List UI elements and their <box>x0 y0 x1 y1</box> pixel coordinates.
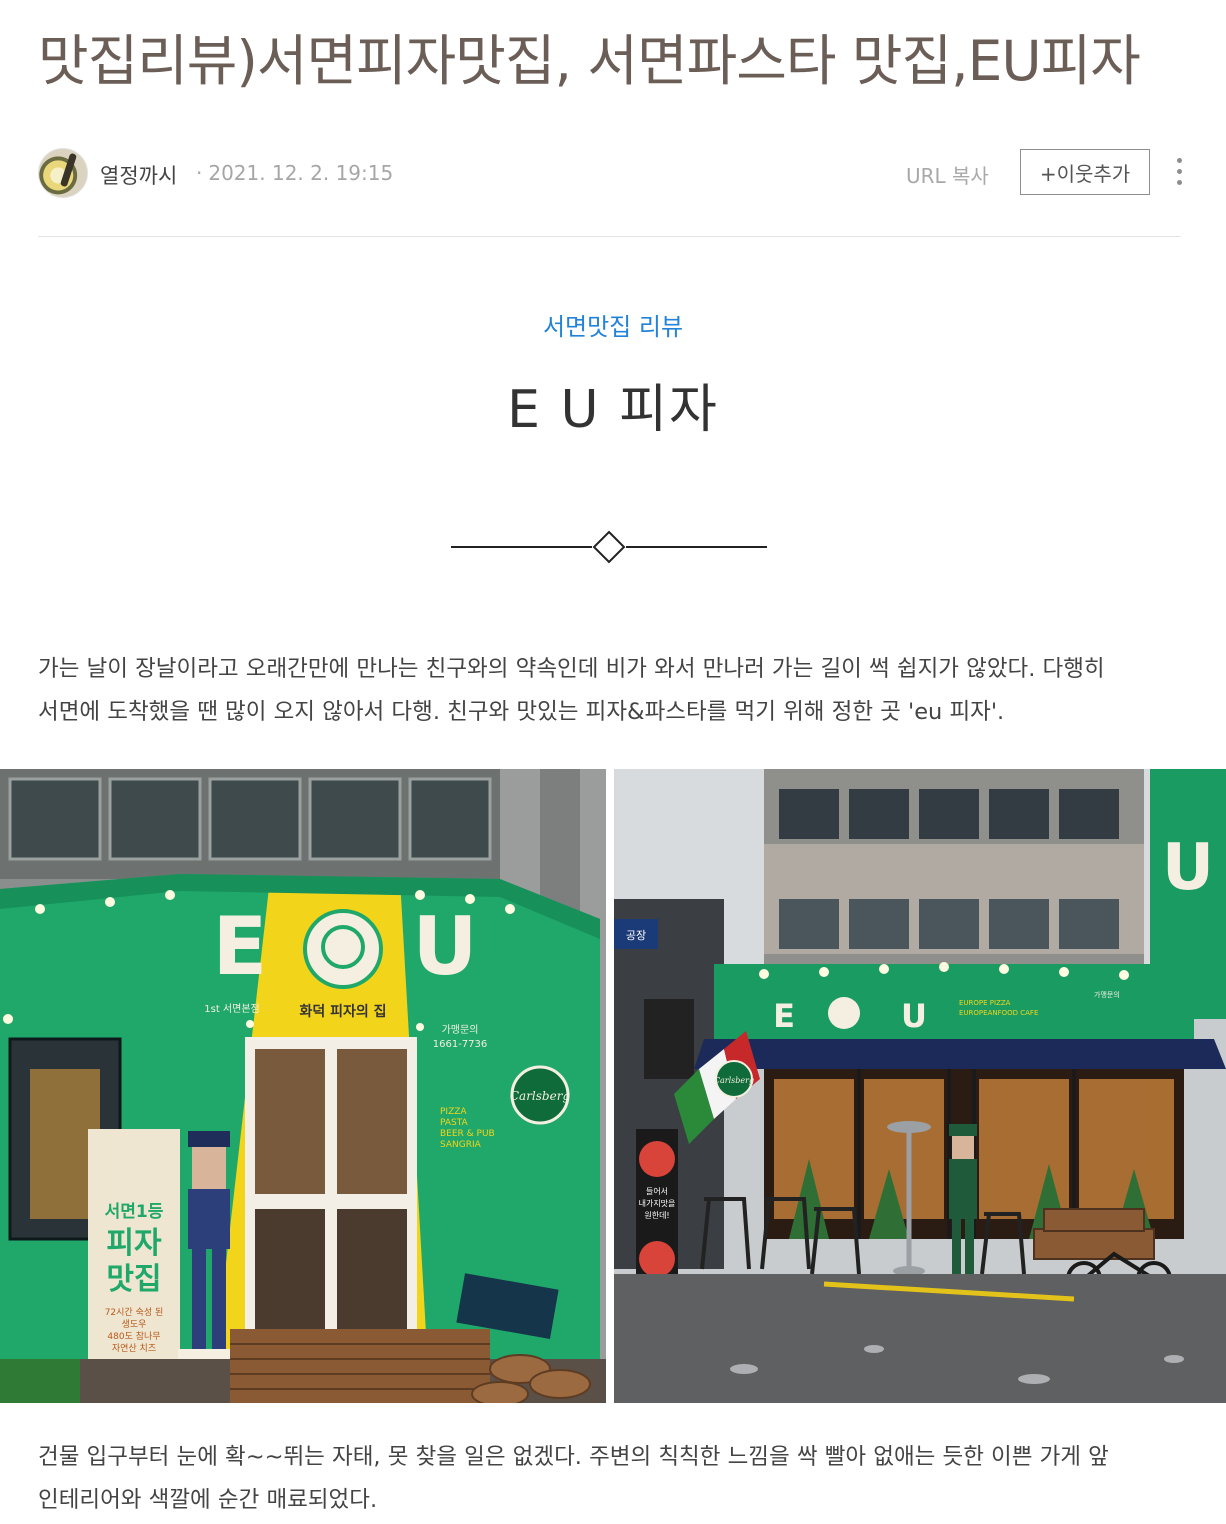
banner-line: 자연산 치즈 <box>112 1342 156 1354</box>
paragraph-line: 건물 입구부터 눈에 확~~뛰는 자태, 못 찾을 일은 없겠다. 주변의 칙칙… <box>38 1444 1109 1470</box>
banner-line: 내가지맛을 <box>639 1198 676 1208</box>
paragraph-line: 서면에 도착했을 땐 많이 오지 않아서 다행. 친구와 맛있는 피자&파스타를… <box>38 699 1005 725</box>
more-vertical-icon[interactable] <box>1172 158 1186 188</box>
banner-line: 원한데! <box>644 1211 669 1220</box>
category-label[interactable]: 서면맛집 리뷰 <box>0 307 1226 342</box>
carlsberg-sign: Carlsberg <box>714 1076 754 1085</box>
menu-item: BEER & PUB <box>440 1129 495 1139</box>
avatar[interactable] <box>38 148 88 198</box>
date-text: 2021. 12. 2. 19:15 <box>208 161 394 185</box>
sign-letter-e: E <box>773 997 795 1035</box>
menu-item: PASTA <box>440 1118 469 1128</box>
banner-text: 맛집 <box>106 1262 161 1297</box>
branch-label: 1st 서면본점 <box>204 1003 259 1015</box>
sign-letter-u: U <box>413 900 478 993</box>
banner-line: 들어서 <box>646 1186 668 1196</box>
carlsberg-sign: Carlsberg <box>510 1089 571 1103</box>
header-divider <box>38 236 1181 237</box>
banner-text: 서면1등 <box>105 1202 164 1222</box>
franchise-label: 가맹문의 <box>442 1024 479 1036</box>
paragraph-line: 인테리어와 색깔에 순간 매료되었다. <box>38 1487 378 1513</box>
paragraph-line: 가는 날이 장날이라고 오래간만에 만나는 친구와의 약속인데 비가 와서 만나… <box>38 656 1105 682</box>
post-meta: 열정까시 · 2021. 12. 2. 19:15 URL 복사 +이웃추가 <box>38 148 1188 198</box>
storefront-photo-2[interactable]: 공장 U E U EUROPE PIZZA EUROPEANFOOD CAFE … <box>614 769 1226 1403</box>
post-title: 맛집리뷰)서면피자맛집, 서면파스타 맛집,EU피자 <box>38 29 1141 93</box>
add-neighbor-button[interactable]: +이웃추가 <box>1020 149 1150 195</box>
franchise-phone: 1661-7736 <box>433 1039 488 1050</box>
description-paragraph: 건물 입구부터 눈에 확~~뛰는 자태, 못 찾을 일은 없겠다. 주변의 칙칙… <box>38 1436 1188 1522</box>
url-copy-button[interactable]: URL 복사 <box>906 160 989 189</box>
storefront-photo-1[interactable]: E U 1st 서면본점 화덕 피자의 집 가맹문의 1661-7736 PIZ… <box>0 769 606 1403</box>
banner-line: 480도 참나무 <box>107 1331 160 1342</box>
sign-subtitle: EUROPE PIZZA <box>959 999 1011 1007</box>
diamond-divider-icon <box>451 530 767 564</box>
banner-line: 생도우 <box>122 1319 147 1330</box>
menu-item: SANGRIA <box>440 1140 482 1150</box>
side-sign-letter: U <box>1162 831 1214 905</box>
sign-text: 화덕 피자의 집 <box>299 1003 386 1020</box>
sign-letter-u: U <box>901 997 927 1035</box>
street-sign: 공장 <box>626 929 646 942</box>
post-date: · 2021. 12. 2. 19:15 <box>196 161 393 185</box>
sign-subtitle: EUROPEANFOOD CAFE <box>959 1009 1038 1017</box>
author-name[interactable]: 열정까시 <box>100 160 177 190</box>
banner-line: 72시간 숙성 된 <box>105 1306 164 1318</box>
date-separator: · <box>196 161 203 185</box>
intro-paragraph: 가는 날이 장날이라고 오래간만에 만나는 친구와의 약속인데 비가 와서 만나… <box>38 648 1188 734</box>
store-name-heading: E U 피자 <box>507 380 719 440</box>
franchise-label: 가맹문의 <box>1094 990 1120 999</box>
menu-item: PIZZA <box>440 1107 467 1117</box>
banner-text: 피자 <box>106 1226 162 1261</box>
sign-letter-e: E <box>213 900 268 993</box>
